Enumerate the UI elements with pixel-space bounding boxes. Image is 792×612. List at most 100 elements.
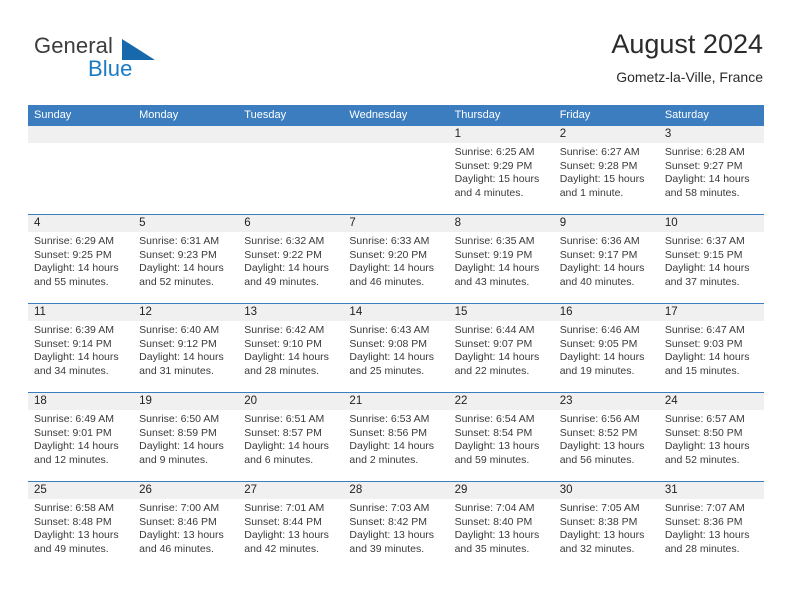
day-number[interactable]: 21 bbox=[343, 393, 448, 410]
day-number[interactable]: 17 bbox=[659, 304, 764, 321]
day-cell[interactable]: Sunrise: 6:25 AM Sunset: 9:29 PM Daylight:… bbox=[449, 143, 554, 214]
day-number[interactable]: 14 bbox=[343, 304, 448, 321]
day-info-band: Sunrise: 6:49 AM Sunset: 9:01 PM Daylight:… bbox=[28, 410, 764, 481]
day-cell[interactable]: Sunrise: 6:39 AM Sunset: 9:14 PM Daylight:… bbox=[28, 321, 133, 392]
day-cell[interactable]: Sunrise: 7:01 AM Sunset: 8:44 PM Daylight:… bbox=[238, 499, 343, 570]
day-sunrise-text: Sunrise: 7:00 AM bbox=[139, 502, 220, 514]
day-cell[interactable]: Sunrise: 6:47 AM Sunset: 9:03 PM Daylight:… bbox=[659, 321, 764, 392]
day-number[interactable]: 26 bbox=[133, 482, 238, 499]
day-cell[interactable]: Sunrise: 6:58 AM Sunset: 8:48 PM Daylight:… bbox=[28, 499, 133, 570]
day-sunrise-text: Sunrise: 6:43 AM bbox=[349, 324, 430, 336]
day-number[interactable]: 9 bbox=[554, 215, 659, 232]
day-daylight1-text: Daylight: 13 hours bbox=[139, 529, 224, 542]
day-daylight1-text: Daylight: 14 hours bbox=[244, 351, 329, 364]
weekday-friday: Friday bbox=[559, 109, 591, 121]
day-cell[interactable]: Sunrise: 6:36 AM Sunset: 9:17 PM Daylight:… bbox=[554, 232, 659, 303]
day-cell[interactable]: Sunrise: 7:03 AM Sunset: 8:42 PM Daylight:… bbox=[343, 499, 448, 570]
day-daylight2-text: and 52 minutes. bbox=[139, 275, 214, 288]
calendar-week-row: 18 19 20 21 22 23 24 Sunrise: 6:49 AM Sunset: 9:… bbox=[28, 392, 764, 481]
day-cell[interactable]: Sunrise: 6:28 AM Sunset: 9:27 PM Daylight:… bbox=[659, 143, 764, 214]
day-cell[interactable]: Sunrise: 6:53 AM Sunset: 8:56 PM Daylight:… bbox=[343, 410, 448, 481]
day-number[interactable]: 28 bbox=[343, 482, 448, 499]
day-sunrise-text: Sunrise: 6:37 AM bbox=[664, 235, 745, 247]
day-number[interactable]: 27 bbox=[238, 482, 343, 499]
day-cell[interactable]: Sunrise: 7:00 AM Sunset: 8:46 PM Daylight:… bbox=[133, 499, 238, 570]
day-sunset-text: Sunset: 9:28 PM bbox=[559, 159, 638, 172]
day-cell[interactable]: Sunrise: 6:51 AM Sunset: 8:57 PM Daylight:… bbox=[238, 410, 343, 481]
day-daylight1-text: Daylight: 14 hours bbox=[559, 351, 645, 364]
day-number[interactable]: 3 bbox=[659, 126, 764, 143]
day-daylight1-text: Daylight: 14 hours bbox=[34, 351, 119, 364]
day-sunrise-text: Sunrise: 6:27 AM bbox=[559, 146, 640, 158]
day-number[interactable]: 5 bbox=[133, 215, 238, 232]
day-sunset-text: Sunset: 9:03 PM bbox=[664, 337, 743, 350]
day-cell[interactable]: Sunrise: 6:57 AM Sunset: 8:50 PM Daylight:… bbox=[659, 410, 764, 481]
day-cell[interactable]: Sunrise: 6:32 AM Sunset: 9:22 PM Daylight:… bbox=[238, 232, 343, 303]
day-sunset-text: Sunset: 8:54 PM bbox=[454, 426, 533, 439]
general-blue-logo: General Blue bbox=[34, 33, 214, 85]
day-cell[interactable]: Sunrise: 6:42 AM Sunset: 9:10 PM Daylight:… bbox=[238, 321, 343, 392]
day-number-empty bbox=[28, 126, 133, 143]
day-number[interactable]: 7 bbox=[343, 215, 448, 232]
day-sunrise-text: Sunrise: 6:44 AM bbox=[454, 324, 535, 336]
day-cell[interactable]: Sunrise: 6:27 AM Sunset: 9:28 PM Daylight:… bbox=[554, 143, 659, 214]
page-title: August 2024 bbox=[611, 29, 763, 59]
day-number[interactable]: 20 bbox=[238, 393, 343, 410]
day-cell[interactable]: Sunrise: 6:44 AM Sunset: 9:07 PM Daylight:… bbox=[449, 321, 554, 392]
day-number[interactable]: 8 bbox=[449, 215, 554, 232]
day-number[interactable]: 16 bbox=[554, 304, 659, 321]
day-cell[interactable]: Sunrise: 6:37 AM Sunset: 9:15 PM Daylight:… bbox=[659, 232, 764, 303]
day-cell[interactable]: Sunrise: 7:05 AM Sunset: 8:38 PM Daylight:… bbox=[554, 499, 659, 570]
day-cell[interactable]: Sunrise: 7:04 AM Sunset: 8:40 PM Daylight:… bbox=[449, 499, 554, 570]
calendar-week-row: 25 26 27 28 29 30 31 Sunrise: 6:58 AM Sunset: 8:… bbox=[28, 481, 764, 570]
day-number[interactable]: 2 bbox=[554, 126, 659, 143]
day-cell[interactable]: Sunrise: 6:56 AM Sunset: 8:52 PM Daylight:… bbox=[554, 410, 659, 481]
day-number[interactable]: 15 bbox=[449, 304, 554, 321]
day-cell[interactable]: Sunrise: 6:43 AM Sunset: 9:08 PM Daylight:… bbox=[343, 321, 448, 392]
day-number[interactable]: 18 bbox=[28, 393, 133, 410]
day-daylight2-text: and 43 minutes. bbox=[454, 275, 530, 288]
weekday-thursday: Thursday bbox=[454, 109, 501, 121]
day-sunrise-text: Sunrise: 6:39 AM bbox=[34, 324, 114, 336]
day-daylight2-text: and 49 minutes. bbox=[34, 542, 109, 555]
day-number[interactable]: 19 bbox=[133, 393, 238, 410]
day-number[interactable]: 10 bbox=[659, 215, 764, 232]
day-number-band: 4 5 6 7 8 9 10 bbox=[28, 215, 764, 232]
day-daylight2-text: and 40 minutes. bbox=[559, 275, 635, 288]
day-number[interactable]: 12 bbox=[133, 304, 238, 321]
day-cell[interactable]: Sunrise: 6:33 AM Sunset: 9:20 PM Daylight:… bbox=[343, 232, 448, 303]
day-number[interactable]: 25 bbox=[28, 482, 133, 499]
day-cell[interactable]: Sunrise: 6:29 AM Sunset: 9:25 PM Daylight:… bbox=[28, 232, 133, 303]
day-number[interactable]: 4 bbox=[28, 215, 133, 232]
day-cell[interactable]: Sunrise: 6:46 AM Sunset: 9:05 PM Daylight:… bbox=[554, 321, 659, 392]
day-number[interactable]: 11 bbox=[28, 304, 133, 321]
day-daylight2-text: and 56 minutes. bbox=[559, 453, 635, 466]
day-number[interactable]: 22 bbox=[449, 393, 554, 410]
day-number[interactable]: 1 bbox=[449, 126, 554, 143]
day-daylight2-text: and 58 minutes. bbox=[664, 186, 740, 199]
day-sunset-text: Sunset: 9:15 PM bbox=[664, 248, 743, 261]
day-cell[interactable]: Sunrise: 6:31 AM Sunset: 9:23 PM Daylight:… bbox=[133, 232, 238, 303]
day-number[interactable]: 13 bbox=[238, 304, 343, 321]
day-cell[interactable]: Sunrise: 6:50 AM Sunset: 8:59 PM Daylight:… bbox=[133, 410, 238, 481]
day-number[interactable]: 29 bbox=[449, 482, 554, 499]
day-daylight2-text: and 28 minutes. bbox=[244, 364, 319, 377]
weekday-monday: Monday bbox=[139, 109, 179, 121]
day-cell[interactable]: Sunrise: 6:35 AM Sunset: 9:19 PM Daylight:… bbox=[449, 232, 554, 303]
day-sunset-text: Sunset: 8:42 PM bbox=[349, 515, 428, 528]
day-daylight2-text: and 19 minutes. bbox=[559, 364, 635, 377]
day-cell[interactable]: Sunrise: 6:54 AM Sunset: 8:54 PM Daylight:… bbox=[449, 410, 554, 481]
day-number[interactable]: 6 bbox=[238, 215, 343, 232]
day-cell[interactable]: Sunrise: 6:40 AM Sunset: 9:12 PM Daylight:… bbox=[133, 321, 238, 392]
day-number[interactable]: 31 bbox=[659, 482, 764, 499]
day-cell-empty bbox=[238, 143, 343, 214]
day-cell[interactable]: Sunrise: 7:07 AM Sunset: 8:36 PM Daylight:… bbox=[659, 499, 764, 570]
day-cell[interactable]: Sunrise: 6:49 AM Sunset: 9:01 PM Daylight:… bbox=[28, 410, 133, 481]
day-sunrise-text: Sunrise: 7:03 AM bbox=[349, 502, 430, 514]
day-number[interactable]: 23 bbox=[554, 393, 659, 410]
day-number[interactable]: 24 bbox=[659, 393, 764, 410]
day-sunset-text: Sunset: 8:57 PM bbox=[244, 426, 322, 439]
day-number[interactable]: 30 bbox=[554, 482, 659, 499]
day-daylight2-text: and 37 minutes. bbox=[664, 275, 740, 288]
calendar-week-row: 11 12 13 14 15 16 17 Sunrise: 6:39 AM Sunset: 9:… bbox=[28, 303, 764, 392]
